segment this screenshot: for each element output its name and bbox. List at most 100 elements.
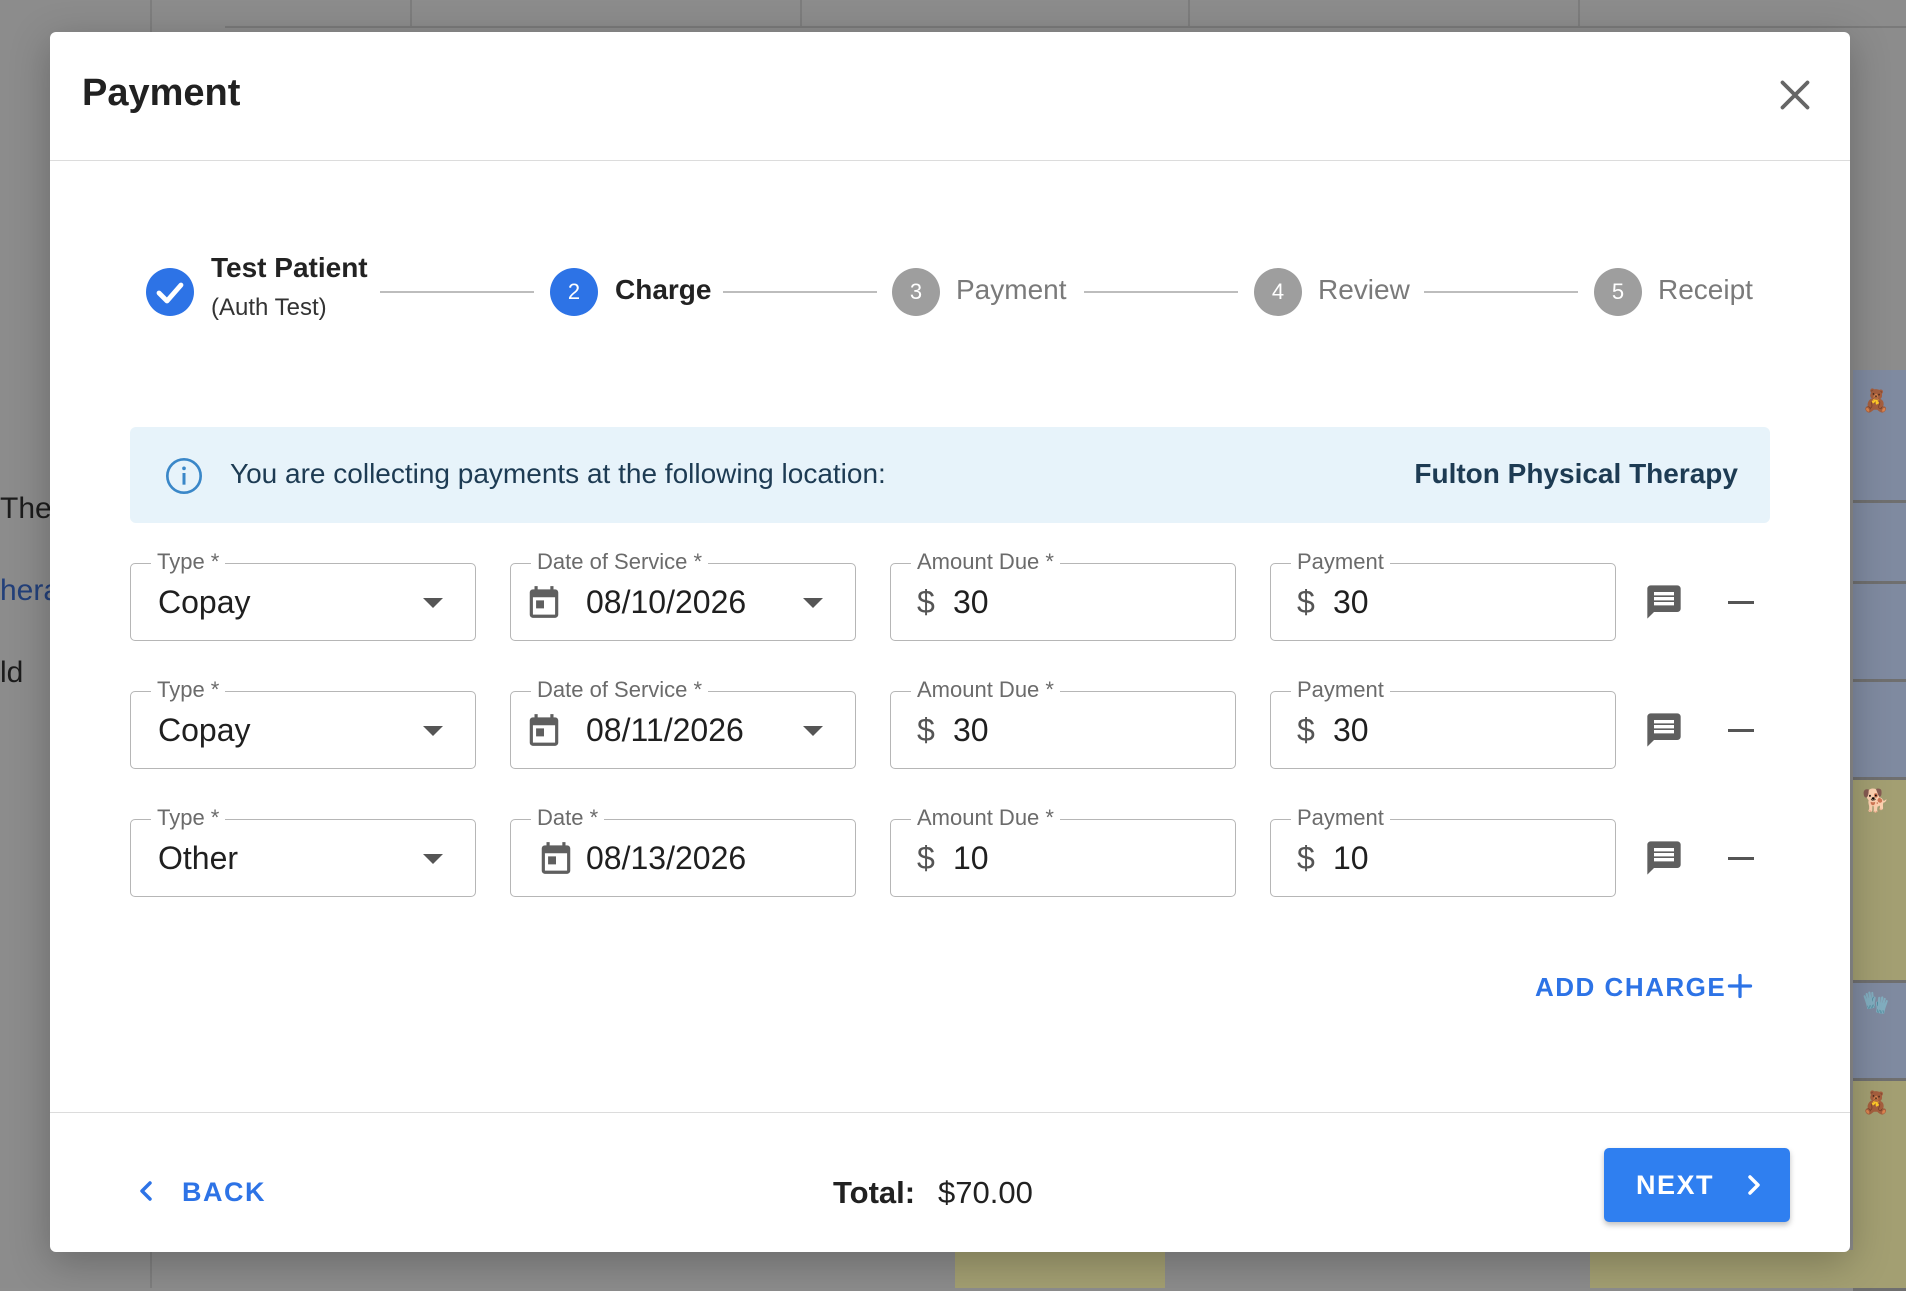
amount-due-input[interactable]: Amount Due * $ 10: [890, 805, 1236, 897]
date-value: 08/13/2026: [586, 840, 747, 876]
step-2-number: 2: [550, 268, 598, 316]
date-label: Date *: [531, 805, 605, 831]
amount-due-input[interactable]: Amount Due * $ 30: [890, 549, 1236, 641]
location-info-banner: You are collecting payments at the follo…: [130, 427, 1770, 523]
date-value: 08/10/2026: [586, 584, 747, 620]
payment-modal: Payment Test Patient (Auth Test) 2 Charg…: [50, 32, 1850, 1252]
chevron-left-icon: [140, 1181, 152, 1201]
step-1-label: Test Patient: [211, 252, 368, 283]
step-4-number: 4: [1254, 268, 1302, 316]
amount-due-value: 10: [953, 840, 989, 876]
step-2-label: Charge: [615, 274, 712, 305]
type-select[interactable]: Type * Copay: [130, 677, 476, 769]
remove-charge-icon[interactable]: [1728, 857, 1754, 860]
modal-header: Payment: [50, 32, 1850, 161]
amount-due-label: Amount Due *: [911, 677, 1060, 703]
currency-symbol: $: [917, 584, 935, 620]
dropdown-arrow-icon: [423, 726, 443, 736]
type-select[interactable]: Type * Other: [130, 805, 476, 897]
type-value: Other: [158, 840, 239, 876]
modal-title: Payment: [82, 72, 241, 114]
amount-due-value: 30: [953, 584, 989, 620]
back-label: BACK: [182, 1177, 266, 1207]
dropdown-arrow-icon: [423, 598, 443, 608]
date-of-service-picker[interactable]: Date of Service * 08/11/2026: [510, 677, 856, 769]
background-emoji-icon: 🧸: [1862, 388, 1890, 413]
comment-icon[interactable]: [1644, 582, 1684, 622]
step-4-label: Review: [1318, 274, 1410, 305]
background-calendar-event: [1853, 584, 1906, 682]
type-label: Type *: [151, 549, 226, 575]
background-calendar-event: [1853, 682, 1906, 780]
dropdown-arrow-icon: [423, 854, 443, 864]
total-label: Total:: [833, 1175, 916, 1210]
background-text: The: [0, 492, 52, 525]
type-label: Type *: [151, 805, 226, 831]
background-emoji-icon: 🐕: [1862, 788, 1890, 813]
step-1-completed: [146, 268, 194, 316]
chevron-right-icon: [1748, 1175, 1760, 1195]
plus-icon[interactable]: [1722, 968, 1758, 1004]
payment-label: Payment: [1291, 549, 1390, 575]
amount-due-label: Amount Due *: [911, 805, 1060, 831]
info-text: You are collecting payments at the follo…: [230, 458, 886, 489]
amount-due-label: Amount Due *: [911, 549, 1060, 575]
type-value: Copay: [158, 712, 251, 748]
modal-footer: BACK Total: $70.00 NEXT: [50, 1112, 1850, 1253]
payment-value: 30: [1333, 584, 1369, 620]
type-value: Copay: [158, 584, 251, 620]
dropdown-arrow-icon: [803, 598, 823, 608]
amount-due-input[interactable]: Amount Due * $ 30: [890, 677, 1236, 769]
date-of-service-picker[interactable]: Date of Service * 08/10/2026: [510, 549, 856, 641]
step-connector: [380, 291, 534, 293]
payment-label: Payment: [1291, 677, 1390, 703]
background-emoji-icon: 🧤: [1862, 990, 1890, 1015]
location-name: Fulton Physical Therapy: [1414, 458, 1738, 489]
background-header: [225, 0, 1906, 28]
date-picker[interactable]: Date * 08/13/2026: [510, 805, 856, 897]
background-emoji-icon: 🧸: [1862, 1090, 1890, 1115]
next-button[interactable]: NEXT: [1604, 1148, 1790, 1222]
currency-symbol: $: [1297, 584, 1315, 620]
step-connector: [1424, 291, 1578, 293]
comment-icon[interactable]: [1644, 838, 1684, 878]
background-calendar-event: [1590, 1250, 1906, 1288]
close-icon: [1780, 80, 1810, 110]
background-text: ld: [0, 656, 24, 689]
payment-input[interactable]: Payment $ 30: [1270, 549, 1616, 641]
step-5-label: Receipt: [1658, 274, 1753, 305]
date-label: Date of Service *: [531, 549, 709, 575]
background-column-line: [1578, 0, 1580, 26]
remove-charge-icon[interactable]: [1728, 729, 1754, 732]
calendar-icon: [529, 586, 559, 618]
payment-value: 10: [1333, 840, 1369, 876]
step-5-number: 5: [1594, 268, 1642, 316]
background-calendar-event: [1853, 503, 1906, 584]
payment-label: Payment: [1291, 805, 1390, 831]
background-calendar-event: [955, 1250, 1165, 1288]
payment-input[interactable]: Payment $ 30: [1270, 677, 1616, 769]
step-3-label: Payment: [956, 274, 1067, 305]
payment-value: 30: [1333, 712, 1369, 748]
type-select[interactable]: Type * Copay: [130, 549, 476, 641]
date-label: Date of Service *: [531, 677, 709, 703]
add-charge-button[interactable]: ADD CHARGE: [1535, 972, 1726, 1003]
step-connector: [723, 291, 877, 293]
background-column-line: [410, 0, 412, 26]
amount-due-value: 30: [953, 712, 989, 748]
info-icon: [166, 458, 202, 494]
close-button[interactable]: [1770, 70, 1820, 120]
payment-input[interactable]: Payment $ 10: [1270, 805, 1616, 897]
remove-charge-icon[interactable]: [1728, 601, 1754, 604]
currency-symbol: $: [1297, 712, 1315, 748]
total-value: $70.00: [938, 1175, 1033, 1210]
background-column-line: [800, 0, 802, 26]
currency-symbol: $: [917, 712, 935, 748]
comment-icon[interactable]: [1644, 710, 1684, 750]
calendar-icon: [529, 714, 559, 746]
currency-symbol: $: [1297, 840, 1315, 876]
step-connector: [1084, 291, 1238, 293]
dropdown-arrow-icon: [803, 726, 823, 736]
background-column-line: [1188, 0, 1190, 26]
currency-symbol: $: [917, 840, 935, 876]
